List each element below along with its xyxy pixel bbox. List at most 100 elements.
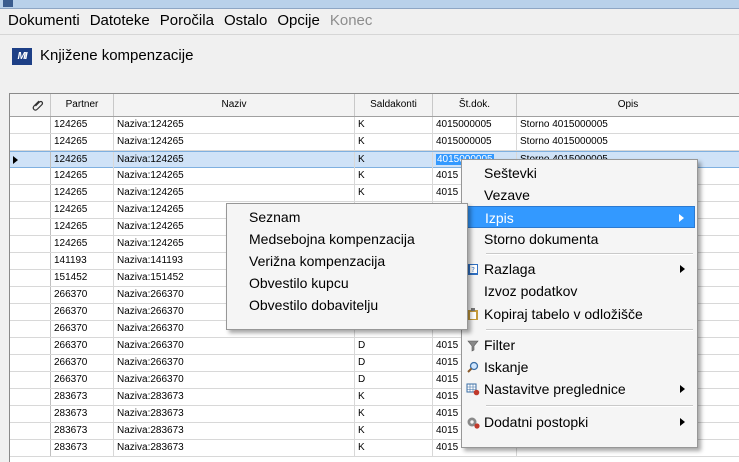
naziv-cell[interactable]: Naziva:124265 (114, 185, 355, 201)
saldakonti-cell[interactable]: K (355, 152, 433, 168)
partner-cell[interactable]: 124265 (51, 219, 114, 235)
menu-item-izpis[interactable]: Izpis (464, 206, 695, 228)
partner-cell[interactable]: 124265 (51, 134, 114, 150)
naziv-cell[interactable]: Naziva:283673 (114, 389, 355, 405)
row-indicator[interactable] (10, 287, 51, 303)
row-indicator[interactable] (10, 355, 51, 371)
partner-cell[interactable]: 266370 (51, 372, 114, 388)
naziv-cell[interactable]: Naziva:283673 (114, 440, 355, 456)
naziv-cell[interactable]: Naziva:266370 (114, 372, 355, 388)
saldakonti-cell[interactable]: D (355, 372, 433, 388)
table-row[interactable]: 124265 Naziva:124265 K 4015000005 Storno 401… (10, 117, 739, 134)
row-indicator[interactable] (10, 270, 51, 286)
saldakonti-cell[interactable]: K (355, 168, 433, 184)
menu-datoteke[interactable]: Datoteke (85, 9, 155, 33)
row-indicator[interactable] (10, 423, 51, 439)
saldakonti-cell[interactable]: K (355, 185, 433, 201)
column-header-opis[interactable]: Opis (517, 94, 739, 116)
partner-cell[interactable]: 283673 (51, 406, 114, 422)
partner-cell[interactable]: 141193 (51, 253, 114, 269)
menu-item-kopiraj-tabelo-v-odlozisce[interactable]: Kopiraj tabelo v odložišče (464, 303, 695, 325)
partner-cell[interactable]: 124265 (51, 185, 114, 201)
saldakonti-cell[interactable]: K (355, 406, 433, 422)
row-indicator[interactable] (10, 372, 51, 388)
menu-item-razlaga[interactable]: ? Razlaga (464, 258, 695, 280)
partner-cell[interactable]: 124265 (51, 236, 114, 252)
submenu-item-obvestilo-kupcu[interactable]: Obvestilo kupcu (229, 272, 465, 294)
submenu-item-verizna-kompenzacija[interactable]: Verižna kompenzacija (229, 250, 465, 272)
menu-item-dodatni-postopki[interactable]: Dodatni postopki (464, 411, 695, 433)
row-indicator[interactable] (10, 389, 51, 405)
partner-cell[interactable]: 124265 (51, 202, 114, 218)
row-indicator[interactable] (10, 338, 51, 354)
partner-cell[interactable]: 283673 (51, 423, 114, 439)
row-indicator[interactable] (10, 117, 51, 133)
menu-item-vezave[interactable]: Vezave (464, 184, 695, 206)
naziv-cell[interactable]: Naziva:283673 (114, 406, 355, 422)
row-indicator[interactable] (10, 152, 51, 168)
partner-cell[interactable]: 266370 (51, 287, 114, 303)
naziv-cell[interactable]: Naziva:124265 (114, 168, 355, 184)
partner-cell[interactable]: 266370 (51, 304, 114, 320)
row-indicator[interactable] (10, 236, 51, 252)
row-indicator[interactable] (10, 202, 51, 218)
naziv-cell[interactable]: Naziva:266370 (114, 355, 355, 371)
menu-ostalo[interactable]: Ostalo (219, 9, 272, 33)
partner-cell[interactable]: 151452 (51, 270, 114, 286)
partner-cell[interactable]: 283673 (51, 389, 114, 405)
opis-cell[interactable]: Storno 4015000005 (517, 117, 739, 133)
row-indicator[interactable] (10, 304, 51, 320)
partner-cell[interactable]: 283673 (51, 440, 114, 456)
row-indicator[interactable] (10, 406, 51, 422)
naziv-cell[interactable]: Naziva:124265 (114, 117, 355, 133)
naziv-cell[interactable]: Naziva:283673 (114, 423, 355, 439)
column-header-naziv[interactable]: Naziv (114, 94, 355, 116)
opis-cell[interactable]: Storno 4015000005 (517, 134, 739, 150)
menu-konec[interactable]: Konec (325, 9, 378, 33)
menu-dokumenti[interactable]: Dokumenti (0, 9, 85, 33)
saldakonti-cell[interactable]: K (355, 423, 433, 439)
saldakonti-cell[interactable]: D (355, 338, 433, 354)
naziv-cell[interactable]: Naziva:266370 (114, 338, 355, 354)
menu-item-sestevki[interactable]: Seštevki (464, 162, 695, 184)
submenu-item-obvestilo-dobavitelju[interactable]: Obvestilo dobavitelju (229, 294, 465, 316)
attachment-column-header[interactable] (10, 94, 51, 116)
row-indicator[interactable] (10, 253, 51, 269)
menu-opcije[interactable]: Opcije (272, 9, 325, 33)
menu-item-iskanje[interactable]: Iskanje (464, 356, 695, 378)
st-dok-cell[interactable]: 4015000005 (433, 117, 517, 133)
grid-header: Partner Naziv Saldakonti Št.dok. Opis (10, 94, 739, 117)
cell-text: 124265 (54, 187, 88, 198)
row-indicator[interactable] (10, 134, 51, 150)
menu-item-filter[interactable]: Filter (464, 334, 695, 356)
submenu-item-seznam[interactable]: Seznam (229, 206, 465, 228)
saldakonti-cell[interactable]: K (355, 440, 433, 456)
partner-cell[interactable]: 266370 (51, 338, 114, 354)
column-header-partner[interactable]: Partner (51, 94, 114, 116)
submenu-item-medsebojna-kompenzacija[interactable]: Medsebojna kompenzacija (229, 228, 465, 250)
partner-cell[interactable]: 124265 (51, 152, 114, 168)
row-indicator[interactable] (10, 168, 51, 184)
menu-porocila[interactable]: Poročila (155, 9, 219, 33)
table-row[interactable]: 124265 Naziva:124265 K 4015000005 Storno 401… (10, 134, 739, 151)
partner-cell[interactable]: 124265 (51, 168, 114, 184)
st-dok-cell[interactable]: 4015000005 (433, 134, 517, 150)
menu-item-izvoz-podatkov[interactable]: Izvoz podatkov (464, 280, 695, 302)
partner-cell[interactable]: 124265 (51, 117, 114, 133)
partner-cell[interactable]: 266370 (51, 321, 114, 337)
menu-item-nastavitve-preglednice[interactable]: Nastavitve preglednice (464, 378, 695, 400)
saldakonti-cell[interactable]: D (355, 355, 433, 371)
naziv-cell[interactable]: Naziva:124265 (114, 152, 355, 168)
column-header-st-dok[interactable]: Št.dok. (433, 94, 517, 116)
row-indicator[interactable] (10, 219, 51, 235)
menu-item-storno-dokumenta[interactable]: Storno dokumenta (464, 228, 695, 250)
column-header-saldakonti[interactable]: Saldakonti (355, 94, 433, 116)
row-indicator[interactable] (10, 321, 51, 337)
saldakonti-cell[interactable]: K (355, 389, 433, 405)
saldakonti-cell[interactable]: K (355, 134, 433, 150)
partner-cell[interactable]: 266370 (51, 355, 114, 371)
saldakonti-cell[interactable]: K (355, 117, 433, 133)
naziv-cell[interactable]: Naziva:124265 (114, 134, 355, 150)
row-indicator[interactable] (10, 185, 51, 201)
row-indicator[interactable] (10, 440, 51, 456)
